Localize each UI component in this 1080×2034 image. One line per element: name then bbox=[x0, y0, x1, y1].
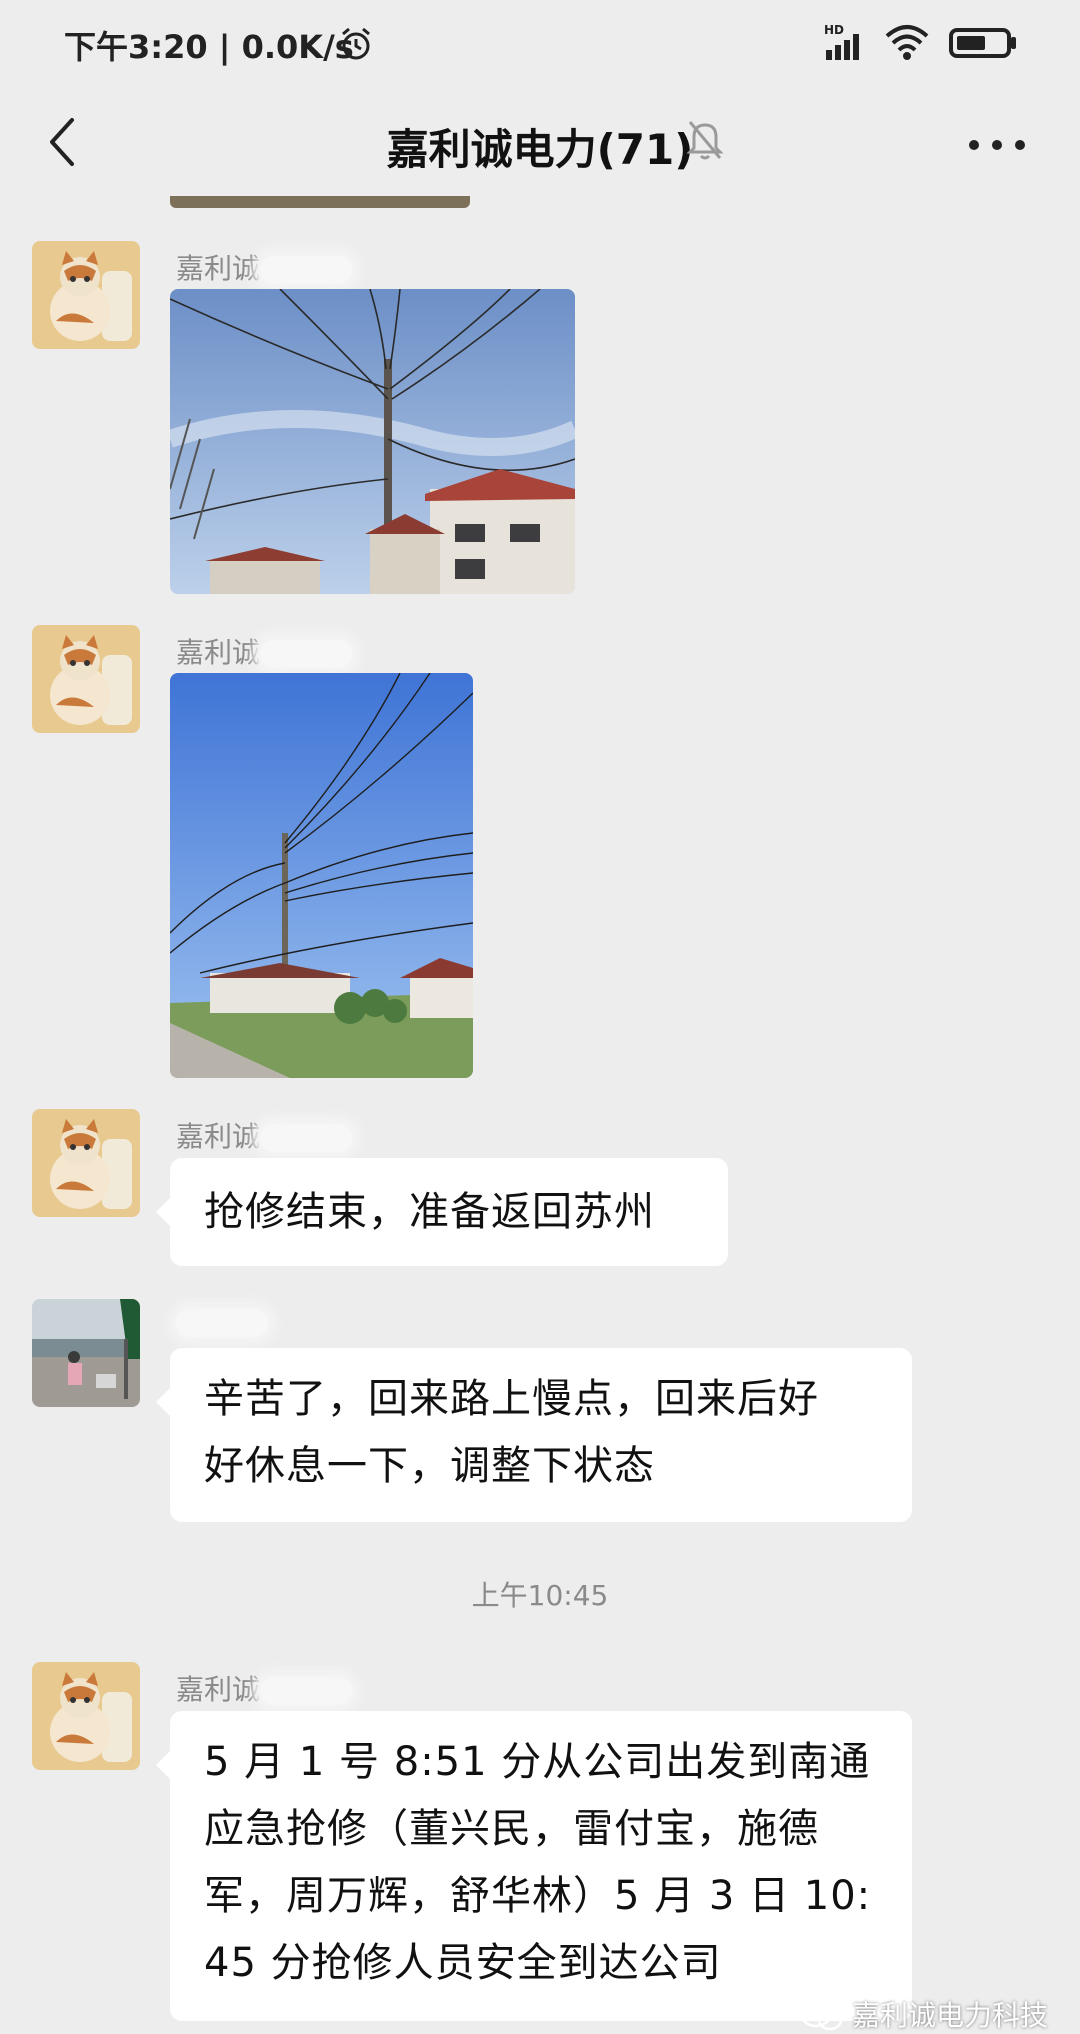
avatar-lakeside[interactable] bbox=[32, 1299, 140, 1407]
signal-icon: HD bbox=[824, 23, 859, 60]
message-text-line: 5 月 1 号 8:51 分从公司出发到南通 bbox=[204, 1739, 871, 1785]
avatar-cat[interactable] bbox=[32, 625, 140, 733]
status-time: 下午3:20 bbox=[64, 28, 208, 66]
sender-name: 嘉利诚 bbox=[176, 1668, 353, 1708]
status-bar: 下午3:20 | 0.0K/s HD bbox=[0, 0, 1080, 90]
message-text-line: 好休息一下，调整下状态 bbox=[204, 1443, 655, 1489]
wifi-icon bbox=[885, 25, 929, 60]
message-text-line: 军，周万辉，舒华林）5 月 3 日 10: bbox=[204, 1873, 872, 1919]
previous-image-edge bbox=[170, 196, 470, 208]
chat-image[interactable] bbox=[170, 289, 575, 594]
message-text-line: 辛苦了，回来路上慢点，回来后好 bbox=[204, 1376, 819, 1422]
sender-name: 嘉利诚 bbox=[176, 1115, 353, 1155]
battery-icon bbox=[949, 28, 1016, 58]
alarm-icon bbox=[342, 27, 370, 60]
avatar-cat[interactable] bbox=[32, 1109, 140, 1217]
message-bubble[interactable]: 抢修结束，准备返回苏州 bbox=[156, 1158, 728, 1266]
timestamp: 上午10:45 bbox=[471, 1579, 609, 1612]
message-bubble[interactable]: 5 月 1 号 8:51 分从公司出发到南通 应急抢修（董兴民，雷付宝，施德 军… bbox=[156, 1711, 912, 2021]
mute-bell-icon bbox=[686, 121, 724, 160]
svg-text:HD: HD bbox=[824, 23, 844, 37]
chat-title[interactable]: 嘉利诚电力(71) bbox=[387, 125, 694, 174]
message-text: 抢修结束，准备返回苏州 bbox=[204, 1189, 655, 1235]
watermark: 嘉利诚电力科技 bbox=[800, 1994, 1048, 2034]
wechat-icon bbox=[800, 2002, 843, 2031]
sender-name: 嘉利诚 bbox=[176, 631, 353, 671]
chat-header: 嘉利诚电力(71) bbox=[0, 90, 1080, 200]
message-text-line: 应急抢修（董兴民，雷付宝，施德 bbox=[204, 1806, 819, 1852]
sender-name bbox=[176, 1305, 268, 1338]
message-bubble[interactable]: 辛苦了，回来路上慢点，回来后好 好休息一下，调整下状态 bbox=[156, 1348, 912, 1522]
avatar-cat[interactable] bbox=[32, 1662, 140, 1770]
chat-image[interactable] bbox=[170, 673, 473, 1078]
sender-name: 嘉利诚 bbox=[176, 247, 353, 287]
message-text-line: 45 分抢修人员安全到达公司 bbox=[204, 1940, 722, 1986]
avatar-cat[interactable] bbox=[32, 241, 140, 349]
more-options-icon[interactable] bbox=[962, 120, 1032, 170]
network-speed: 0.0K/s bbox=[241, 28, 354, 66]
